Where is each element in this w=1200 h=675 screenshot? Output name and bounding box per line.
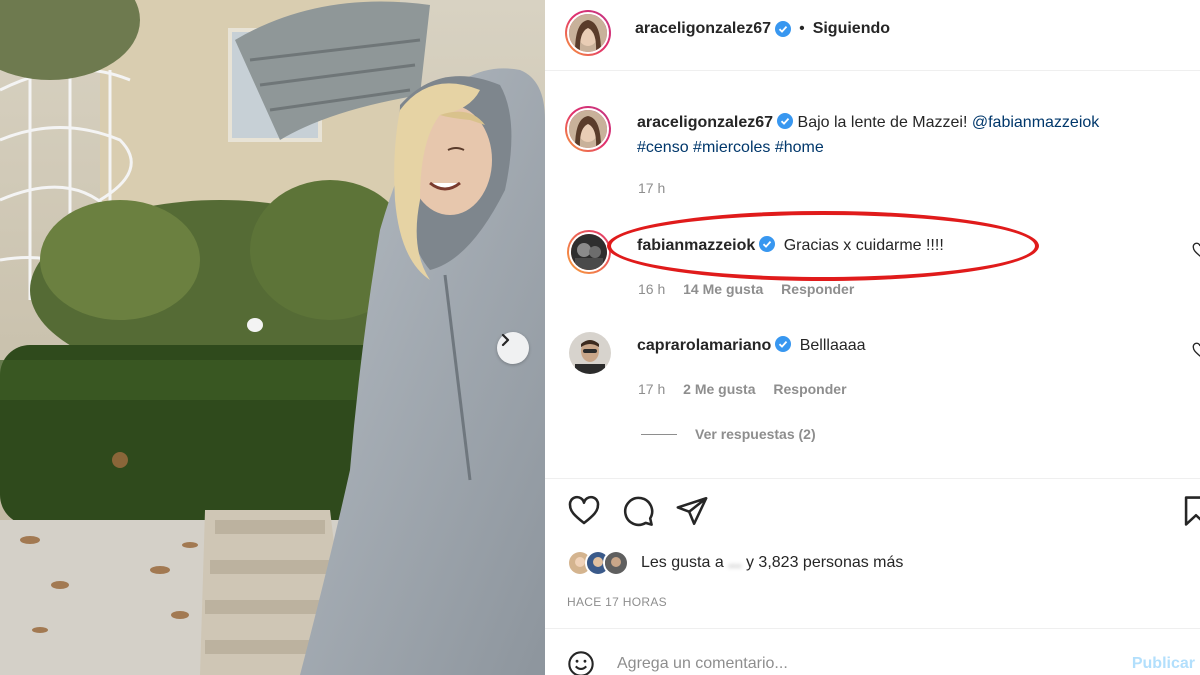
comment-reply-button[interactable]: Responder xyxy=(773,381,846,397)
comment-reply-button[interactable]: Responder xyxy=(781,281,854,297)
likes-count: y 3,823 personas más xyxy=(745,554,904,571)
publish-button[interactable]: Publicar xyxy=(1132,655,1195,673)
caption-username[interactable]: araceligonzalez67 xyxy=(637,114,773,131)
comment-text: Gracias x cuidarme !!!! xyxy=(783,237,944,254)
actions-divider xyxy=(545,478,1200,479)
post-actions xyxy=(567,494,1200,530)
caption-hashtags[interactable]: #censo #miercoles #home xyxy=(637,139,824,156)
comment-text: Belllaaaa xyxy=(799,337,866,354)
comment-item: caprarolamariano Belllaaaa xyxy=(637,336,866,355)
likes-summary: Les gusta a ... y 3,823 personas más xyxy=(567,550,903,576)
replies-line xyxy=(641,433,677,435)
comment-box-divider xyxy=(545,628,1200,629)
comment-meta: 17 h 2 Me gusta Responder xyxy=(638,381,847,397)
header-divider xyxy=(545,70,1200,71)
caption-author-avatar[interactable] xyxy=(565,106,611,152)
comment-avatar[interactable] xyxy=(567,230,611,274)
comment-time: 17 h xyxy=(638,381,666,397)
comment-avatar[interactable] xyxy=(569,332,611,374)
following-button[interactable]: Siguiendo xyxy=(813,20,890,38)
view-replies-button[interactable]: Ver respuestas (2) xyxy=(641,426,816,442)
liker-avatar xyxy=(603,550,629,576)
photo-scene xyxy=(0,0,545,675)
caption-mention-link[interactable]: @fabianmazzeiok xyxy=(972,114,1099,131)
header-separator: • xyxy=(799,20,805,37)
add-comment-bar: Publicar xyxy=(567,642,1200,675)
heart-icon[interactable] xyxy=(1192,342,1200,358)
comment-item: fabianmazzeiok Gracias x cuidarme !!!! xyxy=(637,236,944,255)
author-username[interactable]: araceligonzalez67 xyxy=(635,20,771,38)
comment-icon[interactable] xyxy=(621,494,655,528)
verified-badge-icon xyxy=(775,21,792,37)
heart-icon[interactable] xyxy=(1192,242,1200,258)
share-icon[interactable] xyxy=(675,494,709,528)
emoji-icon[interactable] xyxy=(567,650,595,675)
post-side-panel: araceligonzalez67 • Siguiendo araceligon… xyxy=(545,0,1200,675)
likes-prefix: Les gusta a xyxy=(641,554,724,571)
view-replies-label: Ver respuestas (2) xyxy=(695,426,816,442)
comment-input[interactable] xyxy=(617,655,1097,673)
chevron-right-icon xyxy=(501,333,510,347)
comment-meta: 16 h 14 Me gusta Responder xyxy=(638,281,854,297)
comment-username[interactable]: fabianmazzeiok xyxy=(637,237,755,254)
comment-likes[interactable]: 14 Me gusta xyxy=(683,281,763,297)
carousel-next-button[interactable] xyxy=(497,332,529,364)
post-photo xyxy=(0,0,545,675)
likes-text[interactable]: Les gusta a ... y 3,823 personas más xyxy=(641,554,903,572)
post-header: araceligonzalez67 • Siguiendo xyxy=(635,20,890,38)
post-time-ago: HACE 17 HORAS xyxy=(567,595,667,609)
author-avatar[interactable] xyxy=(565,10,611,56)
verified-badge-icon xyxy=(775,336,792,352)
caption: araceligonzalez67 Bajo la lente de Mazze… xyxy=(637,110,1197,160)
verified-badge-icon xyxy=(777,113,794,129)
comment-username[interactable]: caprarolamariano xyxy=(637,337,771,354)
comment-time: 16 h xyxy=(638,281,666,297)
caption-time: 17 h xyxy=(638,180,666,196)
bookmark-icon[interactable] xyxy=(1179,494,1200,528)
comment-likes[interactable]: 2 Me gusta xyxy=(683,381,755,397)
verified-badge-icon xyxy=(759,236,776,252)
heart-icon[interactable] xyxy=(567,494,601,528)
caption-text: Bajo la lente de Mazzei! xyxy=(797,114,968,131)
liker-name-blurred: ... xyxy=(728,554,742,571)
